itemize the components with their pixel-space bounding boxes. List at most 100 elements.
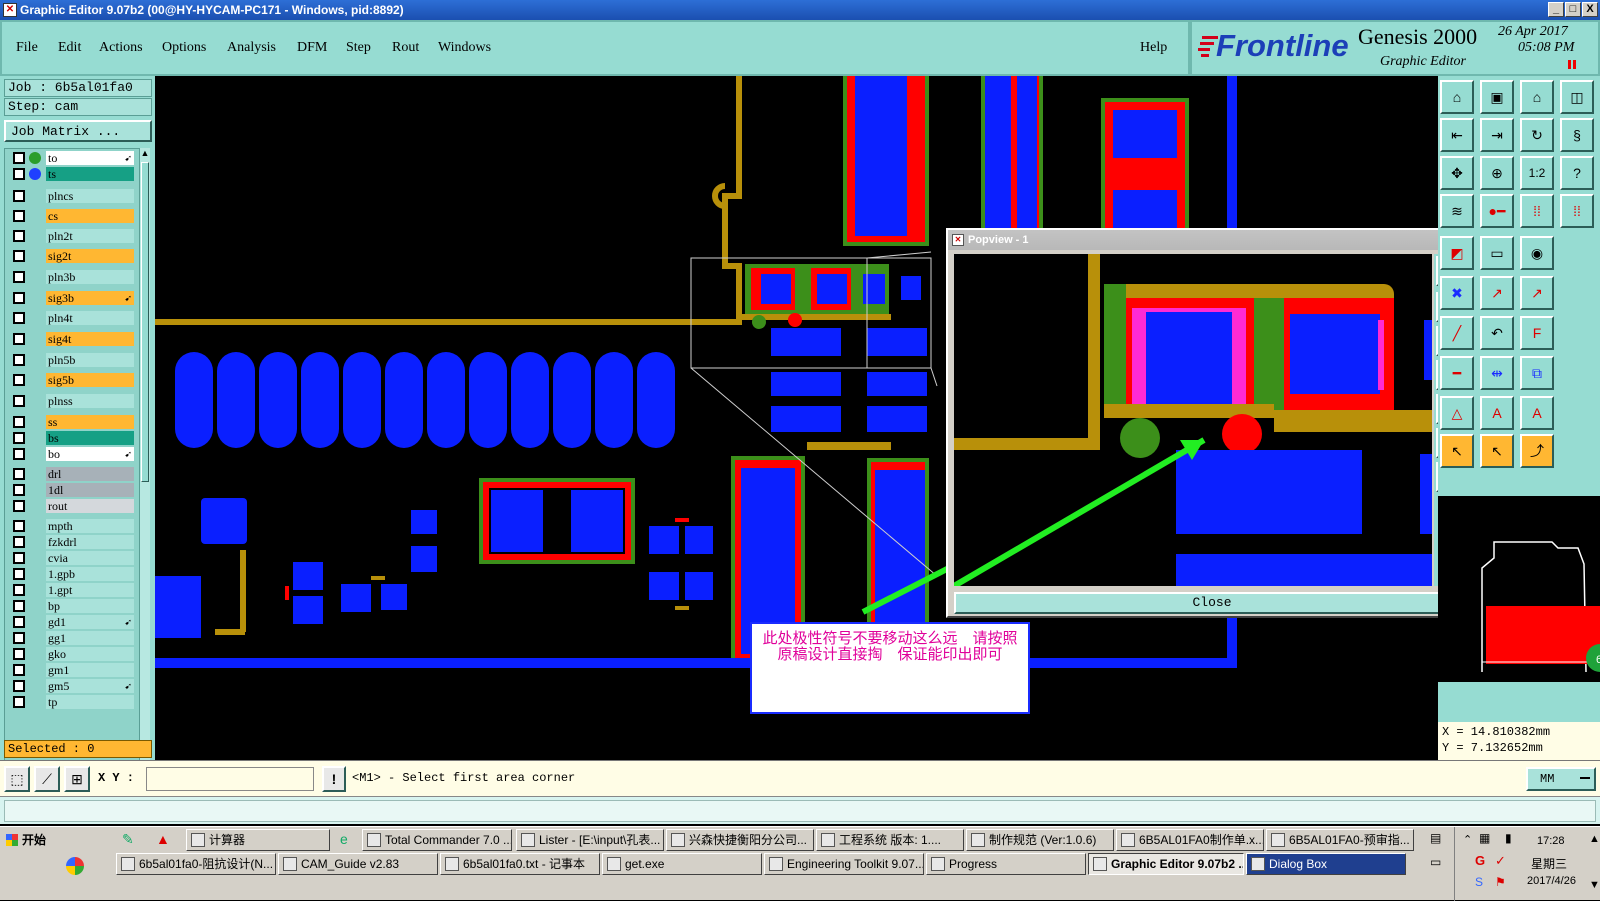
task-notepad[interactable]: 6b5al01fa0.txt - 记事本 (440, 853, 600, 875)
layer-checkbox[interactable] (13, 292, 25, 304)
layer-row[interactable]: 1.gpt (11, 583, 134, 597)
select-area-icon[interactable]: ↖ (1480, 434, 1514, 468)
task-review[interactable]: 6B5AL01FA0-预审指... (1266, 829, 1414, 851)
layer-checkbox[interactable] (13, 168, 25, 180)
quicklaunch-icon[interactable]: ✎ (122, 831, 134, 848)
tray-app-icon[interactable]: S (1475, 875, 1483, 889)
scroll-up-icon[interactable]: ▲ (140, 148, 150, 160)
net-highlight-icon[interactable]: ⁞⁞ (1520, 194, 1554, 228)
layer-row[interactable]: 1dl (11, 483, 134, 497)
layer-checkbox[interactable] (13, 536, 25, 548)
layer-row[interactable]: tp (11, 695, 134, 709)
layer-checkbox[interactable] (13, 312, 25, 324)
tray-devices-icon[interactable]: ▭ (1430, 855, 1441, 869)
layer-checkbox[interactable] (13, 152, 25, 164)
layer-name[interactable]: sig4t (46, 332, 134, 346)
menu-actions[interactable]: Actions (99, 40, 143, 56)
tray-up-icon[interactable]: ▲ (1589, 833, 1600, 845)
layer-name[interactable]: pln5b (46, 353, 134, 367)
layer-checkbox[interactable] (13, 448, 25, 460)
layer-name[interactable]: cs (46, 209, 134, 223)
layer-row[interactable]: mpth (11, 519, 134, 533)
task-cam-guide[interactable]: CAM_Guide v2.83 (278, 853, 438, 875)
layer-checkbox[interactable] (13, 484, 25, 496)
layer-row[interactable]: gm5 ➹ (11, 679, 134, 693)
layer-checkbox[interactable] (13, 230, 25, 242)
snap-mode-icon[interactable]: ⟋ (34, 766, 60, 792)
zoom-page-icon[interactable]: ▣ (1480, 80, 1514, 114)
layer-name[interactable]: pln2t (46, 229, 134, 243)
layer-checkbox[interactable] (13, 354, 25, 366)
layer-name[interactable]: sig3b ➹ (46, 291, 134, 305)
move-pad-icon[interactable]: ↗ (1520, 276, 1554, 310)
layer-row[interactable]: gg1 (11, 631, 134, 645)
layer-row[interactable]: fzkdrl (11, 535, 134, 549)
task-impedance[interactable]: 6b5al01fa0-阻抗设计(N... (116, 853, 276, 875)
maximize-button[interactable]: □ (1565, 2, 1581, 17)
layer-checkbox[interactable] (13, 250, 25, 262)
filter-icon[interactable]: ≋ (1440, 194, 1474, 228)
task-spec[interactable]: 制作规范 (Ver:1.0.6) (966, 829, 1114, 851)
layer-checkbox[interactable] (13, 600, 25, 612)
layer-checkbox[interactable] (13, 333, 25, 345)
scale-1-2-icon[interactable]: 1:2 (1520, 156, 1554, 190)
layer-name[interactable]: rout (46, 499, 134, 513)
pan-right-icon[interactable]: ⇥ (1480, 118, 1514, 152)
start-button[interactable]: 开始 (4, 829, 58, 851)
layer-checkbox[interactable] (13, 552, 25, 564)
tray-app-icon[interactable]: ✓ (1495, 853, 1506, 869)
tray-app-icon[interactable]: G (1475, 853, 1485, 868)
center-icon[interactable]: ⊕ (1480, 156, 1514, 190)
layer-checkbox[interactable] (13, 616, 25, 628)
polarity-icon[interactable]: ◩ (1440, 236, 1474, 270)
close-window-button[interactable]: X (1582, 2, 1598, 17)
layer-name[interactable]: gm5 ➹ (46, 679, 134, 693)
layer-checkbox[interactable] (13, 680, 25, 692)
text-feature-icon[interactable]: F (1520, 316, 1554, 350)
layer-checkbox[interactable] (13, 648, 25, 660)
net-select-icon[interactable]: ⁞⁞ (1560, 194, 1594, 228)
arc-icon[interactable]: ↶ (1480, 316, 1514, 350)
layer-name[interactable]: gko (46, 647, 134, 661)
popview-close-button[interactable]: Close (954, 592, 1470, 614)
layer-checkbox[interactable] (13, 374, 25, 386)
layer-name[interactable]: plnss (46, 394, 134, 408)
layer-row[interactable]: sig3b ➹ (11, 291, 134, 305)
layer-row[interactable]: drl (11, 467, 134, 481)
menu-step[interactable]: Step (346, 40, 371, 56)
task-lister[interactable]: Lister - [E:\input\孔表... (516, 829, 664, 851)
annotation-note[interactable]: 此处极性符号不要移动这么远 请按照原稿设计直接掏 保证能印出即可 (750, 622, 1030, 714)
pdf-icon[interactable]: ▲ (156, 831, 170, 847)
tray-volume-icon[interactable]: ▮ (1505, 831, 1512, 845)
ie-icon[interactable]: e (340, 831, 348, 847)
layer-name[interactable]: ss (46, 415, 134, 429)
tray-arrow-icon[interactable]: ⌃ (1463, 833, 1472, 846)
layer-row[interactable]: sig5b (11, 373, 134, 387)
pan-left-icon[interactable]: ⇤ (1440, 118, 1474, 152)
task-xingsen[interactable]: 兴森快捷衡阳分公司... (666, 829, 814, 851)
task-get-exe[interactable]: get.exe (602, 853, 762, 875)
layer-checkbox[interactable] (13, 416, 25, 428)
task-total-commander[interactable]: Total Commander 7.0 ... (362, 829, 512, 851)
surface-icon[interactable]: A (1480, 396, 1514, 430)
layer-row[interactable]: pln4t (11, 311, 134, 325)
layer-name[interactable]: drl (46, 467, 134, 481)
task-work-order[interactable]: 6B5AL01FA0制作单.x... (1116, 829, 1264, 851)
layer-row[interactable]: rout (11, 499, 134, 513)
layer-name[interactable]: cvia (46, 551, 134, 565)
menu-rout[interactable]: Rout (392, 40, 419, 56)
redraw-icon[interactable]: ↻ (1520, 118, 1554, 152)
layer-checkbox[interactable] (13, 432, 25, 444)
layer-name[interactable]: 1.gpb (46, 567, 134, 581)
scroll-thumb[interactable] (141, 162, 149, 482)
layer-name[interactable]: fzkdrl (46, 535, 134, 549)
layer-name[interactable]: gg1 (46, 631, 134, 645)
menu-file[interactable]: File (16, 40, 38, 56)
layer-checkbox[interactable] (13, 500, 25, 512)
add-pad-icon[interactable]: ↗ (1480, 276, 1514, 310)
layer-name[interactable]: to ➹ (46, 151, 134, 165)
layer-name[interactable]: 1dl (46, 483, 134, 497)
unit-selector[interactable]: MM (1526, 767, 1596, 791)
task-graphic-editor[interactable]: Graphic Editor 9.07b2 ... (1088, 853, 1244, 875)
task-engineering-toolkit[interactable]: Engineering Toolkit 9.07... (764, 853, 924, 875)
